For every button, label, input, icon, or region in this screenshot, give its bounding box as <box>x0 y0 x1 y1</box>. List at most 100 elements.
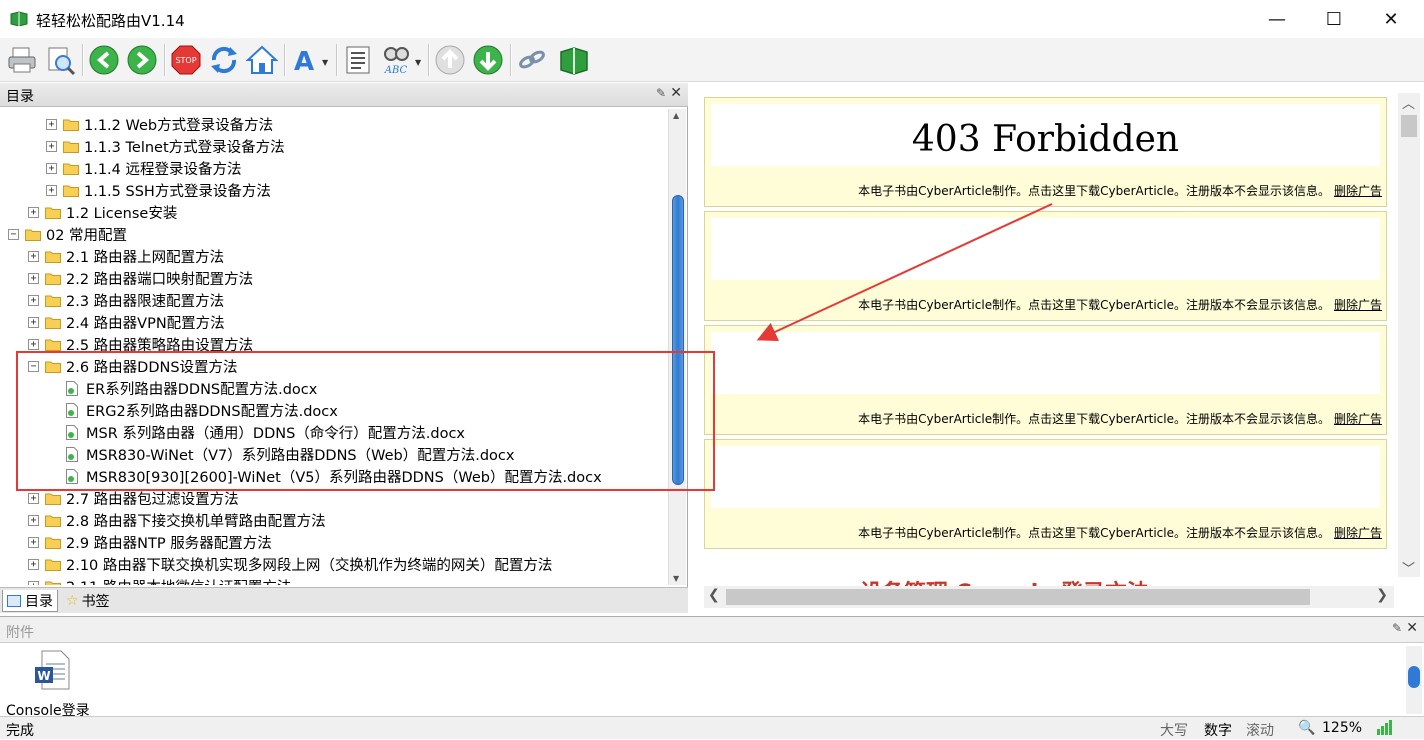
tree-item-label: 1.2 License安装 <box>66 205 178 222</box>
folder-icon <box>45 514 61 527</box>
zoom-level[interactable]: 125% <box>1322 720 1362 736</box>
tree-folder-item[interactable]: +1.1.3 Telnet方式登录设备方法 <box>46 135 285 157</box>
tree-doc-item[interactable]: MSR830-WiNet（V7）系列路由器DDNS（Web）配置方法.docx <box>66 443 515 465</box>
folder-icon <box>45 272 61 285</box>
expand-icon[interactable]: + <box>46 140 57 152</box>
abc-label: ABC <box>384 65 408 76</box>
tree-folder-item[interactable]: +2.8 路由器下接交换机单臂路由配置方法 <box>28 509 326 531</box>
expand-icon[interactable]: + <box>28 536 39 548</box>
tree-folder-item[interactable]: +2.1 路由器上网配置方法 <box>28 245 224 267</box>
tree-folder-item[interactable]: +2.10 路由器下联交换机实现多网段上网（交换机作为终端的网关）配置方法 <box>28 553 552 575</box>
tree-folder-item[interactable]: − 02 常用配置 <box>8 223 127 245</box>
forward-icon[interactable] <box>124 42 160 78</box>
tree-folder-item[interactable]: +2.4 路由器VPN配置方法 <box>28 311 225 333</box>
tree-folder-item[interactable]: +1.1.4 远程登录设备方法 <box>46 157 242 179</box>
font-icon[interactable]: A <box>288 42 324 78</box>
expand-icon[interactable]: + <box>28 580 39 585</box>
num-indicator: 数字 <box>1204 723 1232 739</box>
tab-toc[interactable]: 目录 <box>2 590 58 612</box>
down-icon[interactable] <box>470 42 506 78</box>
toc-scroll-thumb[interactable] <box>672 195 684 485</box>
spellcheck-dropdown-icon[interactable]: ▼ <box>415 58 421 67</box>
scroll-up-icon[interactable]: ▲ <box>673 111 679 120</box>
tree-item-label: 2.5 路由器策略路由设置方法 <box>66 337 254 354</box>
maximize-button[interactable]: ☐ <box>1305 0 1363 38</box>
tree-folder-item[interactable]: +1.1.5 SSH方式登录设备方法 <box>46 179 271 201</box>
folder-icon <box>25 228 41 241</box>
stop-label: STOP <box>175 56 196 65</box>
status-text: 完成 <box>6 723 34 739</box>
link-icon[interactable] <box>514 42 550 78</box>
toc-pane: 目录 ✎ ✕ +1.1.2 Web方式登录设备方法 +1.1.3 Telnet方式… <box>0 83 688 613</box>
tab-bookmarks-label: 书签 <box>81 594 110 610</box>
tab-toc-label: 目录 <box>25 593 53 610</box>
tree-item-label: 2.4 路由器VPN配置方法 <box>66 315 225 332</box>
tree-item-label: 2.6 路由器DDNS设置方法 <box>66 359 238 376</box>
tree-doc-item[interactable]: ER系列路由器DDNS配置方法.docx <box>66 377 317 399</box>
tree-folder-item[interactable]: +2.11 路由器本地微信认证配置方法 <box>28 575 291 585</box>
tree-folder-item[interactable]: +2.3 路由器限速配置方法 <box>28 289 224 311</box>
document-icon <box>66 402 78 418</box>
document-icon <box>66 446 78 462</box>
tree-folder-item[interactable]: +1.1.2 Web方式登录设备方法 <box>46 113 273 135</box>
expand-icon[interactable]: + <box>46 162 57 174</box>
tree-folder-item[interactable]: − 2.6 路由器DDNS设置方法 <box>28 355 238 377</box>
folder-icon <box>45 360 61 373</box>
toc-scrollbar[interactable]: ▲ ▼ <box>668 109 686 585</box>
toc-header: 目录 ✎ ✕ <box>0 83 688 107</box>
scroll-indicator: 滚动 <box>1246 723 1274 739</box>
tree-folder-item[interactable]: +2.2 路由器端口映射配置方法 <box>28 267 253 289</box>
preview-icon[interactable] <box>42 42 78 78</box>
folder-icon <box>45 492 61 505</box>
up-icon[interactable] <box>432 42 468 78</box>
attachments-scrollbar[interactable] <box>1406 646 1422 714</box>
tree-folder-item[interactable]: +2.7 路由器包过滤设置方法 <box>28 487 239 509</box>
collapse-icon[interactable]: − <box>28 360 39 372</box>
scroll-down-icon[interactable]: ▼ <box>673 574 679 583</box>
list-icon[interactable] <box>340 42 376 78</box>
book-icon[interactable] <box>556 42 592 78</box>
tree-doc-item[interactable]: ERG2系列路由器DDNS配置方法.docx <box>66 399 338 421</box>
tree-folder-item[interactable]: +2.9 路由器NTP 服务器配置方法 <box>28 531 272 553</box>
pin-icon[interactable]: ✎ <box>1392 621 1402 635</box>
expand-icon[interactable]: + <box>28 294 39 306</box>
collapse-icon[interactable]: − <box>8 228 19 240</box>
expand-icon[interactable]: + <box>28 272 39 284</box>
stop-icon[interactable]: STOP <box>168 42 204 78</box>
tree-folder-item[interactable]: +2.5 路由器策略路由设置方法 <box>28 333 253 355</box>
zoom-icon[interactable]: 🔍 <box>1298 720 1315 736</box>
refresh-icon[interactable] <box>206 42 242 78</box>
expand-icon[interactable]: + <box>28 558 39 570</box>
tree-item-label: 1.1.3 Telnet方式登录设备方法 <box>84 139 285 156</box>
attachments-scroll-thumb[interactable] <box>1408 666 1420 688</box>
back-icon[interactable] <box>86 42 122 78</box>
tree-item-label: 2.10 路由器下联交换机实现多网段上网（交换机作为终端的网关）配置方法 <box>66 557 553 574</box>
tab-bookmarks[interactable]: ☆ 书签 <box>62 590 114 612</box>
expand-icon[interactable]: + <box>28 514 39 526</box>
svg-text:W: W <box>37 669 50 683</box>
expand-icon[interactable]: + <box>46 184 57 196</box>
tree-item-label: 1.1.2 Web方式登录设备方法 <box>84 117 274 134</box>
close-button[interactable]: ✕ <box>1362 0 1420 38</box>
tree-folder-item[interactable]: +1.2 License安装 <box>28 201 177 223</box>
home-icon[interactable] <box>244 42 280 78</box>
folder-icon <box>45 338 61 351</box>
expand-icon[interactable]: + <box>28 492 39 504</box>
close-pane-icon[interactable]: ✕ <box>670 85 682 101</box>
minimize-button[interactable]: — <box>1248 0 1306 38</box>
expand-icon[interactable]: + <box>28 206 39 218</box>
expand-icon[interactable]: + <box>46 118 57 130</box>
folder-icon <box>45 294 61 307</box>
star-icon: ☆ <box>66 593 79 609</box>
expand-icon[interactable]: + <box>28 250 39 262</box>
expand-icon[interactable]: + <box>28 338 39 350</box>
spellcheck-icon[interactable]: ABC <box>378 42 414 78</box>
tree-doc-item[interactable]: MSR 系列路由器（通用）DDNS（命令行）配置方法.docx <box>66 421 465 443</box>
font-dropdown-icon[interactable]: ▼ <box>322 58 328 67</box>
pin-icon[interactable]: ✎ <box>656 86 666 100</box>
tree-doc-item[interactable]: MSR830[930][2600]-WiNet（V5）系列路由器DDNS（Web… <box>66 465 602 487</box>
print-icon[interactable] <box>4 42 40 78</box>
book-icon <box>10 11 28 27</box>
expand-icon[interactable]: + <box>28 316 39 328</box>
close-pane-icon[interactable]: ✕ <box>1406 620 1418 636</box>
